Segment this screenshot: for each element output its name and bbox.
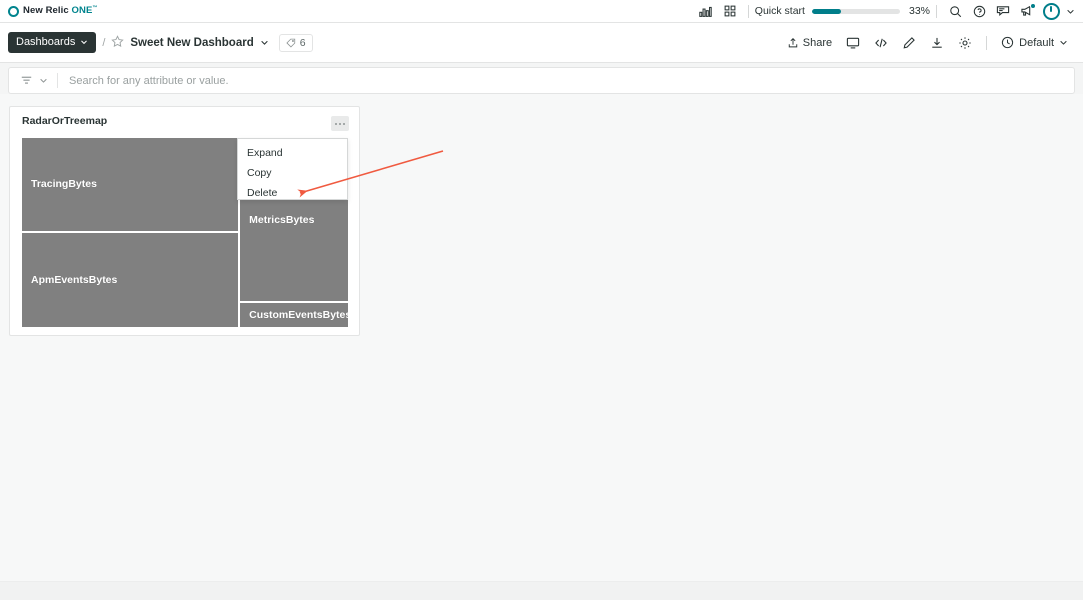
grid-apps-icon[interactable] bbox=[718, 0, 742, 23]
feedback-note-icon[interactable] bbox=[991, 0, 1015, 23]
top-bar-actions: Quick start 33% bbox=[694, 0, 1083, 22]
tag-icon bbox=[286, 38, 295, 48]
footer-bar bbox=[0, 581, 1083, 600]
quick-start-track bbox=[811, 8, 900, 14]
ellipsis-dots-icon bbox=[335, 122, 337, 125]
quick-start-label: Quick start bbox=[754, 5, 805, 17]
settings-button[interactable] bbox=[951, 32, 979, 54]
treemap-tile[interactable]: TracingBytes bbox=[21, 137, 240, 232]
bar-chart-icon[interactable] bbox=[694, 0, 718, 23]
treemap-tile[interactable]: CustomEventsBytes bbox=[239, 302, 349, 328]
treemap-tile[interactable]: ApmEventsBytes bbox=[21, 231, 240, 328]
dashboard-action-bar: Dashboards / Sweet New Dashboard 6 Share bbox=[0, 23, 1083, 63]
menu-item-delete[interactable]: Delete bbox=[238, 183, 347, 203]
filter-dropdown-button[interactable] bbox=[9, 74, 57, 87]
pencil-edit-icon bbox=[903, 36, 915, 48]
share-button[interactable]: Share bbox=[780, 33, 839, 53]
search-input[interactable] bbox=[58, 73, 1074, 88]
search-icon[interactable] bbox=[943, 0, 967, 23]
quick-start-percent: 33% bbox=[908, 5, 930, 17]
dashboard-actions: Share Default bbox=[780, 32, 1083, 54]
tv-mode-button[interactable] bbox=[839, 32, 867, 54]
chevron-down-icon[interactable] bbox=[1063, 0, 1077, 23]
clock-icon bbox=[1002, 36, 1014, 49]
menu-item-expand[interactable]: Expand bbox=[238, 143, 347, 163]
time-range-picker[interactable]: Default bbox=[994, 32, 1075, 53]
share-upload-icon bbox=[788, 37, 797, 47]
chevron-down-icon bbox=[81, 40, 88, 45]
treemap-tile-label: CustomEventsBytes bbox=[249, 309, 349, 322]
widget-menu-button[interactable] bbox=[331, 116, 349, 131]
time-range-label: Default bbox=[1019, 36, 1054, 49]
widget-context-menu: Expand Copy Delete bbox=[237, 138, 348, 200]
notification-badge bbox=[1030, 2, 1036, 9]
widget-title: RadarOrTreemap bbox=[22, 115, 108, 127]
title-chevron-down-icon[interactable] bbox=[260, 38, 269, 47]
treemap-tile-label: ApmEventsBytes bbox=[31, 273, 118, 286]
download-button[interactable] bbox=[923, 32, 951, 54]
page-title: Sweet New Dashboard bbox=[130, 36, 254, 49]
top-navigation-bar: New Relic ONE™ Quick start 33% bbox=[0, 0, 1083, 23]
dashboards-label: Dashboards bbox=[16, 36, 76, 48]
filter-bar bbox=[8, 67, 1075, 94]
brand-name-label: New Relic bbox=[23, 5, 69, 17]
embed-code-button[interactable] bbox=[867, 32, 895, 54]
edit-button[interactable] bbox=[895, 32, 923, 54]
user-power-avatar-icon[interactable] bbox=[1039, 0, 1063, 23]
brand-product-label: ONE bbox=[71, 5, 93, 17]
divider bbox=[936, 4, 937, 18]
dashboards-button[interactable]: Dashboards bbox=[8, 32, 97, 53]
ellipsis-dots-icon bbox=[343, 122, 345, 125]
treemap-tile-label: TracingBytes bbox=[31, 178, 97, 191]
code-brackets-icon bbox=[875, 38, 887, 47]
quick-start-fill bbox=[811, 8, 842, 14]
divider bbox=[747, 4, 749, 18]
menu-item-copy[interactable]: Copy bbox=[238, 163, 347, 183]
divider bbox=[986, 35, 988, 50]
monitor-tv-icon bbox=[846, 37, 860, 48]
chevron-down-icon bbox=[1060, 40, 1067, 45]
quick-start-progress[interactable]: Quick start 33% bbox=[755, 5, 930, 17]
tag-count-badge[interactable]: 6 bbox=[278, 33, 313, 52]
star-outline-icon[interactable] bbox=[111, 35, 125, 50]
tag-count-label: 6 bbox=[299, 36, 306, 49]
megaphone-icon[interactable] bbox=[1015, 0, 1039, 23]
chevron-down-icon bbox=[40, 78, 47, 83]
share-label: Share bbox=[802, 36, 833, 49]
brand-trademark: ™ bbox=[92, 5, 98, 12]
help-circle-icon[interactable] bbox=[967, 0, 991, 23]
filter-funnel-icon bbox=[21, 76, 32, 84]
ellipsis-dots-icon bbox=[339, 122, 341, 125]
breadcrumb-separator: / bbox=[102, 36, 106, 49]
treemap-tile-label: MetricsBytes bbox=[249, 213, 315, 226]
avatar bbox=[1042, 2, 1060, 20]
download-icon bbox=[932, 37, 942, 48]
gear-icon bbox=[959, 36, 971, 49]
breadcrumb: Dashboards / Sweet New Dashboard 6 bbox=[0, 32, 313, 53]
brand-logo[interactable]: New Relic ONE™ bbox=[0, 5, 98, 17]
new-relic-logo-icon bbox=[8, 5, 19, 17]
